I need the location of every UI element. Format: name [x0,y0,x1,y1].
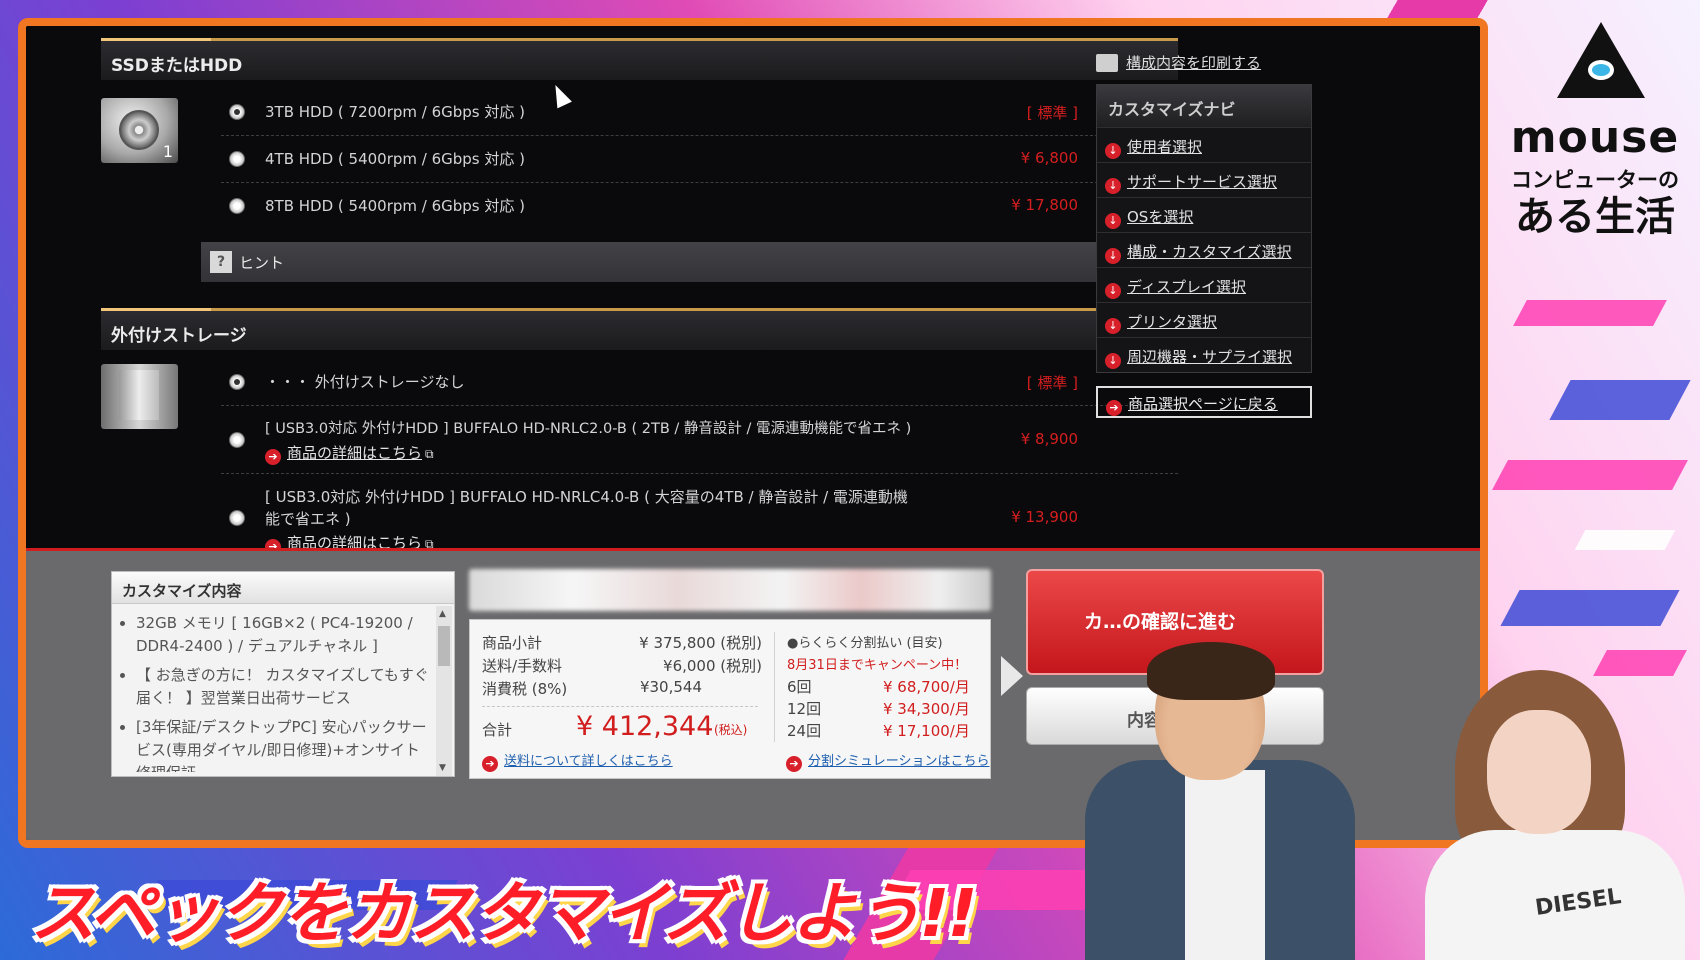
arrow-right-icon: ➔ [482,756,498,772]
arrow-down-icon: ↓ [1105,318,1121,334]
navi-item-support[interactable]: ↓ サポートサービス選択 [1097,162,1311,197]
next-step-arrow-icon [1001,656,1023,696]
printer-icon [1096,54,1118,72]
eye-icon [1588,60,1614,80]
option-label: 3TB HDD ( 7200rpm / 6Gbps 対応 ) [265,103,526,121]
section-title-storage: SSDまたはHDD [101,38,1178,80]
option-price: ¥ 6,800 [1020,149,1078,167]
hdd-count: 1 [162,142,173,161]
arrow-right-icon: ➔ [1106,400,1122,416]
presenter-man [1085,640,1355,960]
customize-contents-list: 32GB メモリ [ 16GB×2 ( PC4-19200 / DDR4-240… [120,612,430,772]
product-detail-link[interactable]: ➔ 商品の詳細はこちら ⧉ [265,442,434,465]
option-label: 8TB HDD ( 5400rpm / 6Gbps 対応 ) [265,197,526,215]
radio-button[interactable] [229,432,245,448]
navi-item-config[interactable]: ↓ 構成・カスタマイズ選択 [1097,232,1311,267]
navi-item-display[interactable]: ↓ ディスプレイ選択 [1097,267,1311,302]
question-icon: ? [210,251,232,273]
option-price: ¥ 13,900 [1011,508,1078,526]
external-option-none[interactable]: ・・・ 外付けストレージなし [ 標準 ] [221,358,1178,406]
installment-info: ●らくらく分割払い (目安) 8月31日までキャンペーン中！ 6回 ¥ 68,70… [774,632,978,742]
show-logo: mouse コンピューターの ある生活 [1495,12,1695,242]
storage-option-8tb[interactable]: 8TB HDD ( 5400rpm / 6Gbps 対応 ) ¥ 17,800 [221,183,1178,230]
arrow-down-icon: ↓ [1105,248,1121,264]
subtotal-row: 商品小計 ¥ 375,800 (税別) [482,634,762,652]
installment-simulation-link[interactable]: ➔ 分割シミュレーションはこちら [786,750,989,772]
tax-row: 消費税 (8%) ¥30,544 [482,678,702,698]
option-label: 4TB HDD ( 5400rpm / 6Gbps 対応 ) [265,150,526,168]
total-tax-note: (税込) [714,723,748,737]
option-label: [ USB3.0対応 外付けHDD ] BUFFALO HD-NRLC2.0-B… [265,421,912,437]
arrow-down-icon: ↓ [1105,143,1121,159]
list-item: [3年保証/デスクトップPC] 安心パックサービス(専用ダイヤル/即日修理)+オ… [136,716,430,772]
installment-title: ●らくらく分割払い (目安) [787,636,943,651]
installment-row: 12回 ¥ 34,300/月 [787,700,970,718]
navi-item-peripherals[interactable]: ↓ 周辺機器・サプライ選択 [1097,337,1311,372]
option-price: ¥ 17,800 [1011,196,1078,214]
option-label: ・・・ 外付けストレージなし [265,373,465,391]
radio-button[interactable] [229,374,245,390]
total-value: ¥ 412,344 [576,711,714,742]
navi-item-user[interactable]: ↓ 使用者選択 [1097,127,1311,162]
external-storage-thumbnail [101,364,178,429]
option-price: [ 標準 ] [1026,374,1078,392]
price-breakdown: 商品小計 ¥ 375,800 (税別) 送料/手数料 ¥6,000 (税別) 消費税… [482,632,762,701]
customize-contents-title: カスタマイズ内容 [112,572,454,604]
logo-word: mouse [1510,112,1680,163]
installment-row: 24回 ¥ 17,100/月 [787,722,970,740]
arrow-down-icon: ↓ [1105,283,1121,299]
installment-row: 6回 ¥ 68,700/月 [787,678,970,696]
list-item: 32GB メモリ [ 16GB×2 ( PC4-19200 / DDR4-240… [136,612,430,658]
scroll-thumb[interactable] [438,626,450,666]
navi-title: カスタマイズナビ [1097,85,1311,127]
scroll-up-icon[interactable]: ▲ [439,609,446,619]
arrow-down-icon: ↓ [1105,178,1121,194]
hint-bar[interactable]: ? ヒント + [201,242,1178,282]
external-option-2tb[interactable]: [ USB3.0対応 外付けHDD ] BUFFALO HD-NRLC2.0-B… [221,406,1178,474]
shipping-row: 送料/手数料 ¥6,000 (税別) [482,657,762,675]
customize-contents-box: カスタマイズ内容 32GB メモリ [ 16GB×2 ( PC4-19200 /… [111,571,455,777]
print-config-link[interactable]: 構成内容を印刷する [1096,52,1261,73]
presenter-woman: DIESEL [1415,670,1700,960]
radio-button[interactable] [229,198,245,214]
video-caption: スペックをカスタマイズしよう!! [30,875,978,952]
option-price: ¥ 8,900 [1020,430,1078,448]
radio-button[interactable] [229,104,245,120]
option-price: [ 標準 ] [1026,104,1078,122]
storage-option-4tb[interactable]: 4TB HDD ( 5400rpm / 6Gbps 対応 ) ¥ 6,800 [221,136,1178,183]
arrow-right-icon: ➔ [786,756,802,772]
scroll-down-icon[interactable]: ▼ [439,763,446,773]
hint-label: ヒント [239,254,285,272]
radio-button[interactable] [229,510,245,526]
blurred-product-name [469,569,991,611]
total-row: 合計 ¥ 412,344 (税込) [482,706,758,746]
customize-navi: カスタマイズナビ ↓ 使用者選択 ↓ サポートサービス選択 ↓ OSを選択 ↓ 構成・カ… [1096,84,1312,373]
shipping-info-link[interactable]: ➔ 送料について詳しくはこちら [482,750,673,772]
radio-button[interactable] [229,151,245,167]
installment-campaign: 8月31日までキャンペーン中！ [787,658,968,673]
storage-option-3tb[interactable]: 3TB HDD ( 7200rpm / 6Gbps 対応 ) [ 標準 ] [221,88,1178,136]
back-to-products-link[interactable]: ➔ 商品選択ページに戻る [1096,386,1312,418]
hdd-disk-icon [119,110,159,150]
arrow-right-icon: ➔ [265,449,281,465]
arrow-down-icon: ↓ [1105,213,1121,229]
section-title-external: 外付けストレージ [101,308,1178,350]
logo-subtitle-2: ある生活 [1515,194,1675,240]
arrow-down-icon: ↓ [1105,353,1121,369]
total-label: 合計 [482,721,513,739]
navi-item-printer[interactable]: ↓ プリンタ選択 [1097,302,1311,337]
price-summary: 商品小計 ¥ 375,800 (税別) 送料/手数料 ¥6,000 (税別) 消費税… [469,619,991,779]
list-scrollbar[interactable]: ▲ ▼ [436,606,452,776]
external-window-icon: ⧉ [425,447,434,461]
navi-item-os[interactable]: ↓ OSを選択 [1097,197,1311,232]
list-item: 【 お急ぎの方に！ カスタマイズしてもすぐ届く！ 】翌営業日出荷サービス [136,664,430,710]
hdd-thumbnail: 1 [101,98,178,163]
option-label: [ USB3.0対応 外付けHDD ] BUFFALO HD-NRLC4.0-B… [265,488,908,528]
